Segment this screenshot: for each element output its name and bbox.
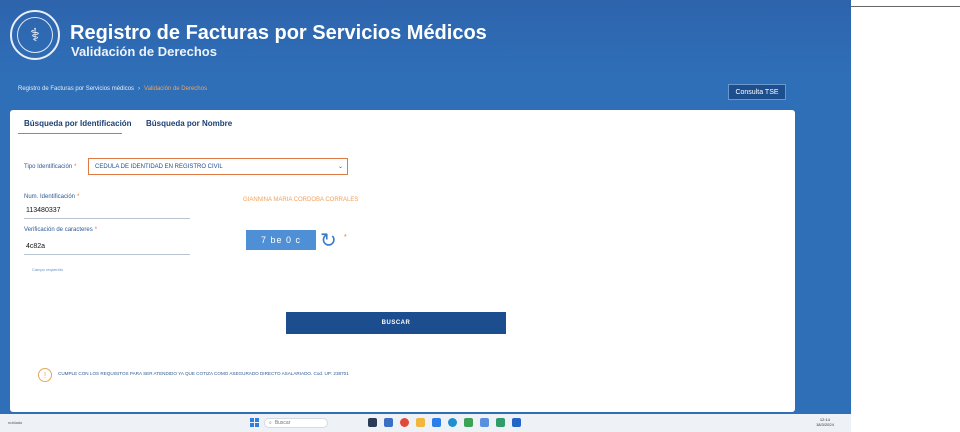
breadcrumb-bar: Registro de Facturas por Servicios médic… xyxy=(0,82,851,100)
tipo-identificacion-label: Tipo Identificación * xyxy=(24,164,77,170)
info-icon: ! xyxy=(38,368,52,382)
app-icon-6[interactable] xyxy=(512,418,521,427)
app-icon-4[interactable] xyxy=(480,418,489,427)
page-subtitle: Validación de Derechos xyxy=(71,44,217,59)
taskbar-search-input[interactable]: ⌕ Buscar xyxy=(264,418,328,428)
edge-icon[interactable] xyxy=(448,418,457,427)
num-identificacion-input[interactable]: 113480337 xyxy=(26,207,61,214)
refresh-icon[interactable]: ↻ xyxy=(320,228,337,253)
page-title: Registro de Facturas por Servicios Médic… xyxy=(70,22,487,44)
tipo-identificacion-select[interactable]: CEDULA DE IDENTIDAD EN REGISTRO CIVIL ⌄ xyxy=(88,158,348,175)
windows-start-icon[interactable] xyxy=(250,418,260,428)
seguro-social-logo: ⚕ xyxy=(10,10,60,60)
search-icon: ⌕ xyxy=(269,420,272,426)
num-identificacion-label: Num. Identificación * xyxy=(24,194,80,200)
browser-screen: ⚕ Registro de Facturas por Servicios Méd… xyxy=(0,0,851,432)
verificacion-label: Verificación de caracteres * xyxy=(24,227,98,233)
app-header: ⚕ Registro de Facturas por Servicios Méd… xyxy=(0,0,851,76)
app-icon-3[interactable] xyxy=(464,418,473,427)
tab-busqueda-identificacion[interactable]: Búsqueda por Identificación xyxy=(24,119,132,128)
app-icon-2[interactable] xyxy=(432,418,441,427)
breadcrumb-current: Validación de Derechos xyxy=(144,86,207,92)
verificacion-underline xyxy=(24,254,190,255)
seal-icon: ⚕ xyxy=(17,17,53,53)
captcha-image: 7 be 0 c xyxy=(246,230,316,250)
scan-edge-line xyxy=(851,6,960,7)
eligibility-notice: CUMPLE CON LOS REQUISITOS PARA SER ATEND… xyxy=(58,371,349,376)
captcha-required-mark: * xyxy=(344,234,347,241)
buscar-button[interactable]: BUSCAR xyxy=(286,312,506,334)
weather-text: nublado xyxy=(8,420,23,425)
breadcrumb-separator-icon: › xyxy=(138,86,141,92)
tab-busqueda-nombre[interactable]: Búsqueda por Nombre xyxy=(146,119,232,128)
file-explorer-icon[interactable] xyxy=(416,418,425,427)
breadcrumb: Registro de Facturas por Servicios médic… xyxy=(18,86,207,92)
person-name: GIANNINA MARIA CORDOBA CORRALES xyxy=(243,197,359,203)
app-icon-1[interactable] xyxy=(384,418,393,427)
verificacion-input[interactable]: 4c82a xyxy=(26,243,45,250)
task-view-icon[interactable] xyxy=(368,418,377,427)
system-clock[interactable]: 12:14 18/3/2024 xyxy=(816,417,834,427)
taskbar: nublado ⌕ Buscar 12:14 18/3/2024 xyxy=(0,414,851,432)
chevron-down-icon: ⌄ xyxy=(337,164,343,170)
num-identificacion-underline xyxy=(24,218,190,219)
consulta-tse-button[interactable]: Consulta TSE xyxy=(728,84,786,100)
breadcrumb-root[interactable]: Registro de Facturas por Servicios médic… xyxy=(18,86,134,92)
required-note: Campo requerido xyxy=(32,267,63,272)
active-tab-indicator xyxy=(18,133,122,134)
app-icon-5[interactable] xyxy=(496,418,505,427)
main-card: Búsqueda por Identificación Búsqueda por… xyxy=(10,110,795,412)
chrome-icon[interactable] xyxy=(400,418,409,427)
